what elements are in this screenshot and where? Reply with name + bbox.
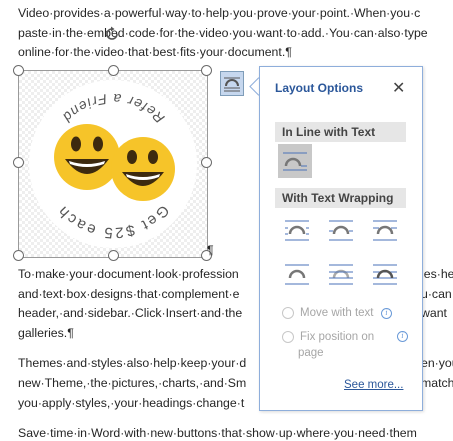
layout-options-icon [224, 77, 240, 92]
doc-line-4-right: les·he [421, 267, 453, 281]
wrap-square-icon[interactable] [280, 215, 314, 249]
info-icon-move[interactable]: i [381, 308, 392, 319]
resize-handle-top-left[interactable] [13, 65, 24, 76]
referral-graphic: Get $25 each Refer a Friend [29, 80, 197, 248]
fix-position-label: Fix position on [300, 331, 375, 344]
doc-line-7: galleries.¶ [18, 326, 74, 340]
wrap-tight-icon[interactable] [324, 215, 358, 249]
selected-image[interactable]: Get $25 each Refer a Friend [18, 70, 208, 258]
resize-handle-left[interactable] [13, 157, 24, 168]
see-more-link[interactable]: See more... [344, 379, 403, 391]
section-with-wrapping: With Text Wrapping [275, 188, 406, 208]
doc-line-2: paste·in·the·embed·code·for·the·video·yo… [18, 26, 428, 40]
fix-position-label-line2: page [298, 347, 324, 359]
doc-line-6: header,·and·sidebar.·Click·Insert·and·th… [18, 306, 243, 320]
doc-line-1: Video·provides·a·powerful·way·to·help·yo… [18, 6, 421, 20]
move-with-text-option[interactable]: Move with text [282, 307, 374, 319]
resize-handle-right[interactable] [201, 157, 212, 168]
layout-options-panel: Layout Options ✕ In Line with Text With … [259, 66, 423, 411]
move-with-text-label: Move with text [300, 307, 374, 320]
doc-line-4: To·make·your·document·look·profession [18, 267, 239, 281]
grinning-emoji-right [111, 137, 175, 201]
panel-title: Layout Options [275, 81, 363, 95]
doc-line-3: online·for·the·video·that·best·fits·your… [18, 45, 292, 59]
wrap-in-front-icon[interactable] [368, 259, 402, 293]
doc-line-6-right: want [421, 306, 447, 320]
resize-handle-top-right[interactable] [201, 65, 212, 76]
doc-line-5-right: u·can· [421, 287, 453, 301]
wrap-through-icon[interactable] [368, 215, 402, 249]
fix-position-option[interactable]: Fix position on [282, 331, 374, 343]
resize-handle-bottom[interactable] [108, 250, 119, 261]
rotate-handle-icon[interactable] [104, 26, 120, 42]
pilcrow-mark: ¶ [207, 243, 214, 257]
section-in-line: In Line with Text [275, 122, 406, 142]
doc-line-5: and·text·box·designs·that·complement·e [18, 287, 240, 301]
doc-line-10: you·apply·styles,·your·headings·change·t [18, 396, 245, 410]
move-with-text-radio[interactable] [282, 307, 294, 319]
grinning-emoji-left [54, 124, 120, 190]
resize-handle-top[interactable] [108, 65, 119, 76]
doc-line-9-right: match [421, 376, 453, 390]
wrap-behind-text-icon[interactable] [324, 259, 358, 293]
fix-position-radio[interactable] [282, 331, 294, 343]
doc-line-8: Themes·and·styles·also·help·keep·your·d [18, 356, 247, 370]
info-icon-fix[interactable]: i [397, 331, 408, 342]
doc-line-8-right: en·you [421, 356, 453, 370]
doc-line-11: Save·time·in·Word·with·new·buttons·that·… [18, 426, 417, 440]
resize-handle-bottom-left[interactable] [13, 250, 24, 261]
layout-options-button[interactable] [220, 71, 244, 96]
wrap-top-bottom-icon[interactable] [280, 259, 314, 293]
close-icon[interactable]: ✕ [392, 78, 405, 98]
doc-line-9: new·Theme,·the·pictures,·charts,·and·Sm [18, 376, 247, 390]
wrap-in-line-icon[interactable] [278, 144, 312, 178]
